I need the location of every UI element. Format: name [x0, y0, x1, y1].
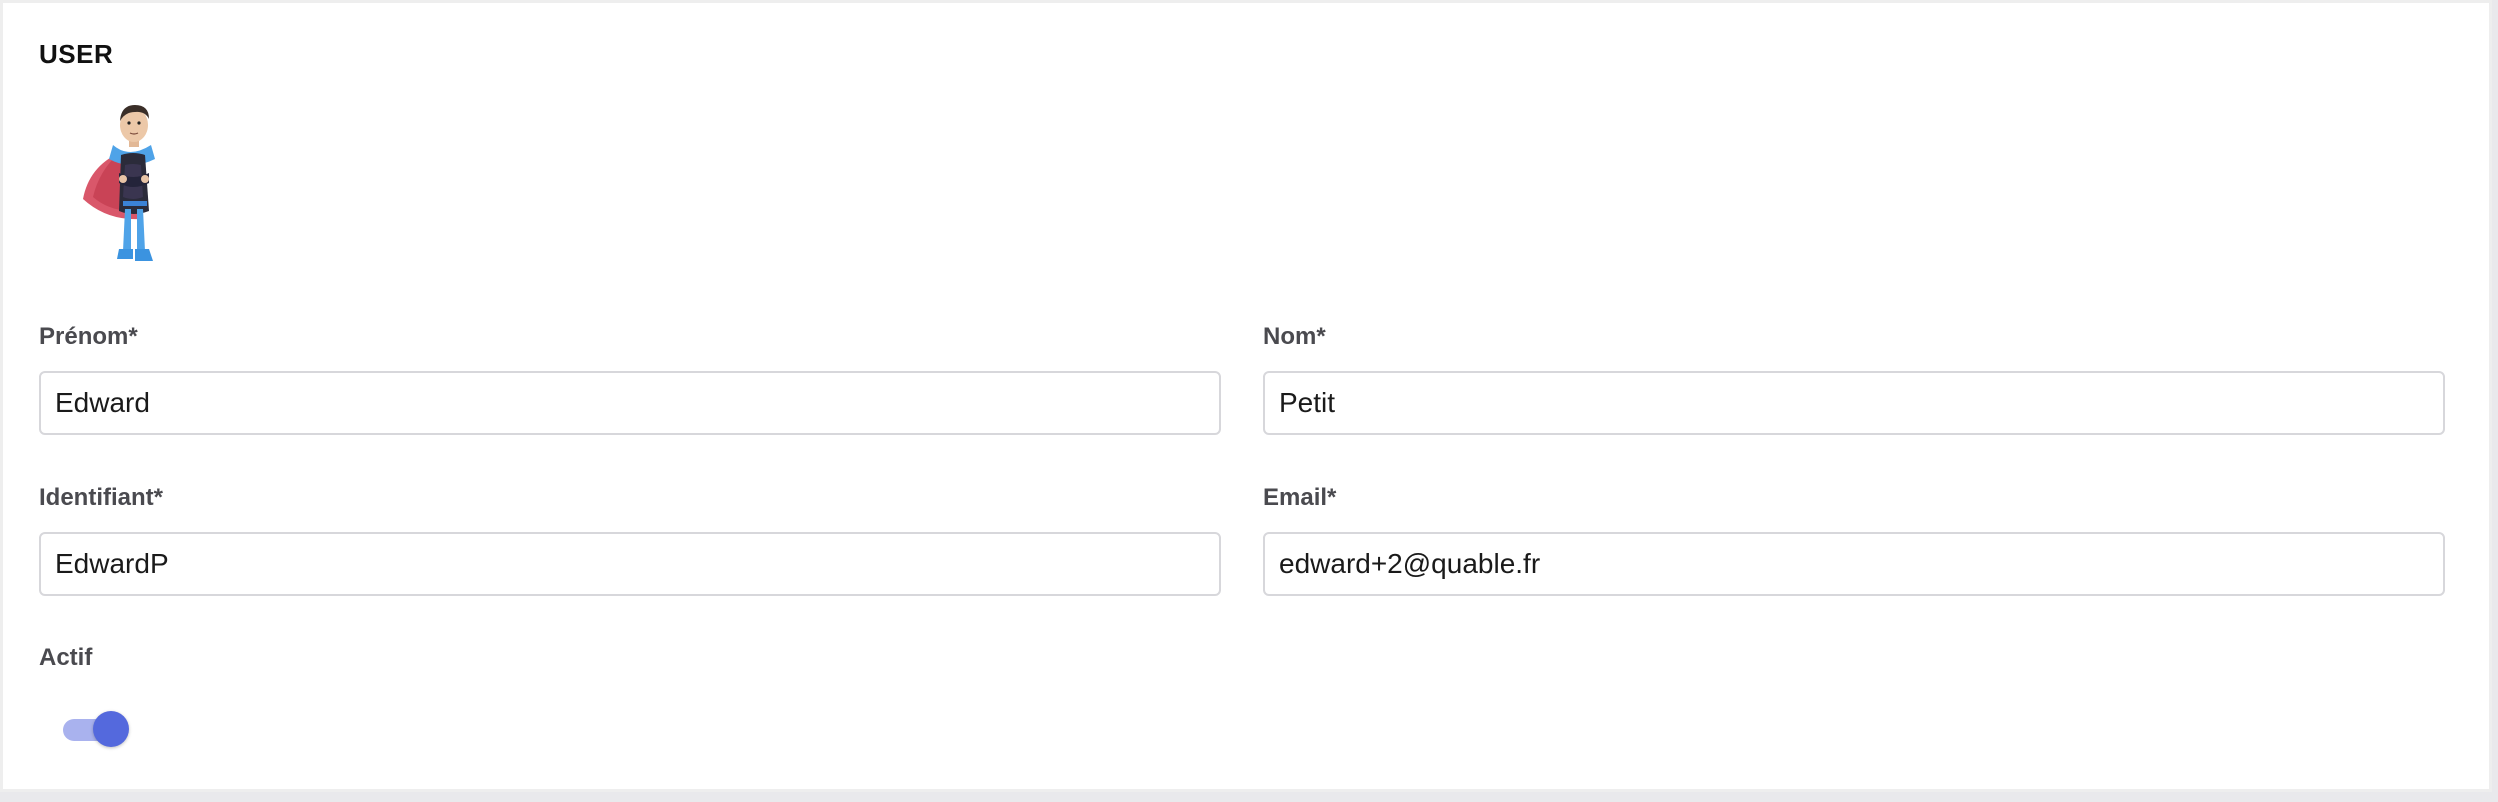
email-label: Email* [1263, 484, 1337, 511]
last-name-label: Nom* [1263, 323, 1326, 350]
active-label: Actif [39, 644, 93, 671]
first-name-field[interactable] [39, 371, 1221, 435]
username-field[interactable] [39, 532, 1221, 596]
toggle-knob [93, 711, 129, 747]
last-name-field[interactable] [1263, 371, 2445, 435]
username-label: Identifiant* [39, 484, 163, 511]
email-field[interactable] [1263, 532, 2445, 596]
active-toggle[interactable] [61, 709, 131, 749]
section-title: USER [39, 39, 114, 69]
superhero-avatar-icon [79, 101, 187, 273]
user-panel: USER Prénom* Edward Nom* Petit Identifia… [0, 0, 2492, 792]
first-name-label: Prénom* [39, 323, 138, 350]
